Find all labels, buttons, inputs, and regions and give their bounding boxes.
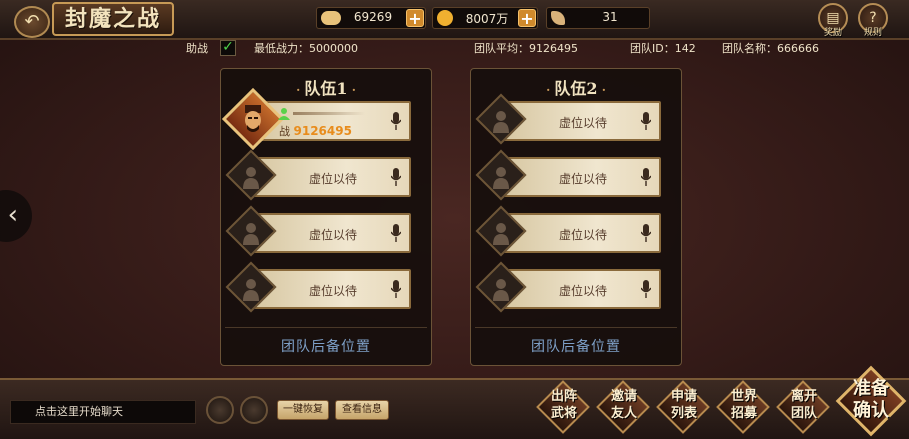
team-slot-empty[interactable]: 虚位以待 — [475, 261, 661, 313]
feather-counter: 31 — [546, 7, 650, 29]
reward-label: 奖励 — [823, 28, 842, 38]
microphone-icon[interactable] — [641, 168, 651, 186]
team-slot-empty[interactable]: 虚位以待 — [475, 93, 661, 145]
slot-label: 虚位以待 — [308, 228, 357, 242]
microphone-icon[interactable] — [391, 112, 401, 130]
gold-coin-icon — [437, 10, 453, 26]
chat-input[interactable]: 点击这里开始聊天 — [10, 400, 196, 424]
microphone-icon[interactable] — [641, 224, 651, 242]
power-value: 9126495 — [293, 124, 352, 138]
ready-confirm-button[interactable]: 准备 确认 — [835, 365, 907, 437]
min-power-text: 最低战力：5000000 — [254, 42, 358, 55]
person-silhouette-icon — [493, 111, 509, 133]
team-backup-position[interactable]: 团队后备位置 — [475, 327, 677, 356]
one-click-recover-button[interactable]: 一键恢复 — [277, 400, 329, 420]
ingot-counter: 69269 + — [316, 7, 426, 29]
person-silhouette-icon — [243, 279, 259, 301]
hero-face-icon — [245, 105, 261, 132]
leave-team-button[interactable]: 离开 团队 — [776, 380, 830, 434]
team-slot-empty[interactable]: 虚位以待 — [475, 205, 661, 257]
view-info-button[interactable]: 查看信息 — [335, 400, 389, 420]
background — [0, 0, 909, 437]
team-slot-filled[interactable]: 战 9126495 — [221, 87, 411, 151]
feather-icon — [551, 11, 565, 25]
microphone-icon[interactable] — [391, 168, 401, 186]
add-ingot-button[interactable]: + — [406, 9, 424, 27]
name-bar — [293, 112, 365, 115]
person-silhouette-icon — [243, 167, 259, 189]
microphone-icon[interactable] — [391, 280, 401, 298]
team-id-text: 团队ID：142 — [630, 42, 696, 55]
ingot-value: 69269 — [353, 10, 393, 24]
slot-label: 虚位以待 — [558, 116, 607, 130]
page-title: 封魔之战 — [64, 6, 161, 32]
power-label: 战 — [279, 125, 290, 138]
team-panel-2: · 队伍2 · 虚位以待 虚位以待 虚位以待 虚位以待 团队后备位置 — [470, 68, 682, 366]
person-silhouette-icon — [493, 223, 509, 245]
page-title-plate: 封魔之战 — [52, 2, 174, 36]
team-slot-empty[interactable]: 虚位以待 — [475, 149, 661, 201]
person-silhouette-icon — [493, 279, 509, 301]
feather-value: 31 — [602, 10, 618, 24]
power-row: 战 9126495 — [279, 123, 352, 139]
voice-toggle-icon[interactable] — [206, 396, 234, 424]
assist-label: 助战 — [186, 42, 208, 55]
person-silhouette-icon — [243, 223, 259, 245]
slot-label: 虚位以待 — [558, 228, 607, 242]
team-slot-empty[interactable]: 虚位以待 — [225, 149, 411, 201]
coin-value: 8007万 — [465, 12, 509, 26]
team-name-text: 团队名称：666666 — [722, 42, 819, 55]
leader-icon — [278, 108, 290, 120]
team-panel-1: · 队伍1 · 战 9126495 虚位以待 虚位以待 虚位以待 团队后备位置 — [220, 68, 432, 366]
deploy-generals-button[interactable]: 出阵 武将 — [536, 380, 590, 434]
add-coin-button[interactable]: + — [518, 9, 536, 27]
back-arrow-icon[interactable]: ↶ — [14, 6, 50, 38]
team-slot-empty[interactable]: 虚位以待 — [225, 261, 411, 313]
slot-label: 虚位以待 — [558, 284, 607, 298]
team-slot-empty[interactable]: 虚位以待 — [225, 205, 411, 257]
coin-counter: 8007万 + — [432, 7, 538, 29]
slot-label: 虚位以待 — [308, 284, 357, 298]
invite-friends-button[interactable]: 邀请 友人 — [596, 380, 650, 434]
slot-label: 虚位以待 — [308, 172, 357, 186]
slot-label: 虚位以待 — [558, 172, 607, 186]
microphone-icon[interactable] — [641, 112, 651, 130]
team-average-text: 团队平均：9126495 — [474, 42, 578, 55]
microphone-round-icon[interactable] — [240, 396, 268, 424]
application-list-button[interactable]: 申请 列表 — [656, 380, 710, 434]
person-silhouette-icon — [493, 167, 509, 189]
gold-ingot-icon — [321, 11, 341, 25]
world-recruit-button[interactable]: 世界 招募 — [716, 380, 770, 434]
microphone-icon[interactable] — [391, 224, 401, 242]
rules-label: 规则 — [863, 28, 882, 38]
microphone-icon[interactable] — [641, 280, 651, 298]
team-backup-position[interactable]: 团队后备位置 — [225, 327, 427, 356]
assist-checkbox[interactable]: ✓ — [220, 40, 236, 56]
